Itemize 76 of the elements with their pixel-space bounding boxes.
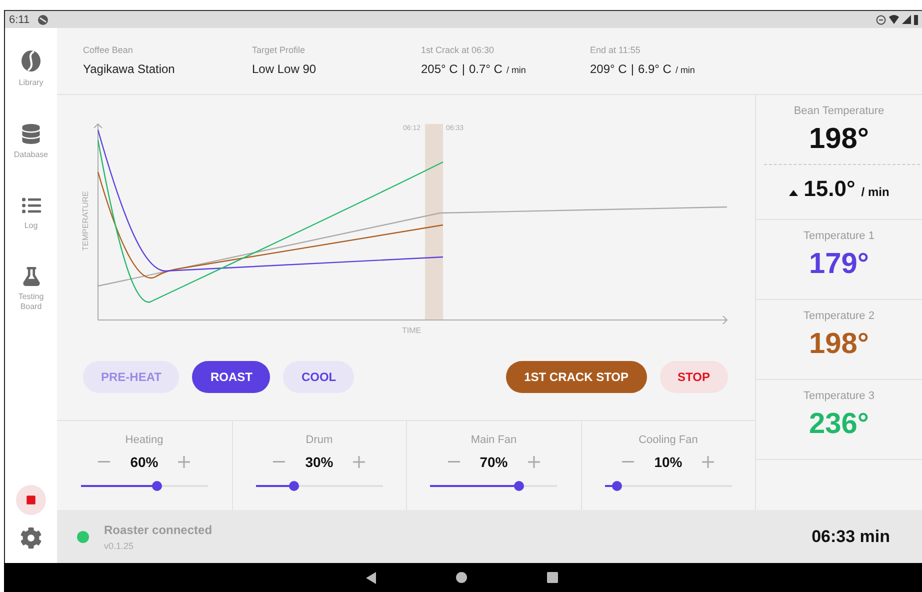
reading-label: Temperature 2 bbox=[804, 310, 874, 322]
stop-button[interactable]: STOP bbox=[660, 360, 728, 392]
status-time: 6:11 bbox=[9, 14, 30, 26]
reading-value: 179° bbox=[809, 248, 869, 281]
reading-value: 236° bbox=[809, 408, 869, 441]
signal-icon bbox=[902, 15, 911, 24]
sidebar-item[interactable]: Database bbox=[9, 124, 53, 160]
back-icon bbox=[366, 572, 376, 584]
minus-icon bbox=[273, 461, 286, 463]
mode-tab[interactable]: ROAST bbox=[192, 360, 270, 392]
field-value: Yagikawa Station bbox=[83, 62, 176, 76]
slider-thumb[interactable] bbox=[514, 481, 524, 491]
minus-icon bbox=[448, 461, 460, 463]
separator: | bbox=[630, 62, 634, 76]
stop-record-button[interactable] bbox=[16, 485, 46, 515]
connection-status: Roaster connected bbox=[104, 522, 212, 536]
control-value: 70% bbox=[478, 454, 509, 470]
temperature-value: 209° C bbox=[590, 62, 627, 76]
rate-unit: / min bbox=[861, 185, 890, 199]
mode-tab[interactable]: COOL bbox=[283, 360, 354, 392]
control-label: Drum bbox=[306, 434, 333, 446]
minus-icon bbox=[98, 461, 110, 463]
sidebar-item[interactable]: Testing Board bbox=[9, 267, 53, 312]
slider-thumb[interactable] bbox=[288, 481, 299, 491]
battery-icon bbox=[914, 14, 918, 24]
reading-label: Temperature 1 bbox=[804, 230, 874, 242]
control-label: Cooling Fan bbox=[638, 434, 698, 446]
rate-value: 0.7° C bbox=[468, 62, 502, 76]
field-value: Low Low 90 bbox=[252, 62, 318, 76]
minus-icon bbox=[622, 461, 634, 463]
temperature-value: 205° C bbox=[421, 62, 458, 76]
elapsed-time: 06:33 min bbox=[812, 526, 890, 546]
reading-value: 198° bbox=[809, 328, 869, 361]
control-label: Heating bbox=[125, 434, 164, 446]
wifi-icon bbox=[889, 15, 899, 24]
control-value: 30% bbox=[304, 454, 334, 470]
first-crack-stop-button[interactable]: 1ST CRACK STOP bbox=[506, 360, 647, 392]
slider-thumb[interactable] bbox=[612, 481, 622, 491]
control-value: 60% bbox=[129, 454, 160, 470]
stop-icon bbox=[26, 495, 36, 505]
sidebar-item[interactable]: Library bbox=[9, 50, 53, 88]
rate-unit: / min bbox=[506, 65, 526, 75]
rate-value: 15.0° bbox=[804, 176, 856, 202]
field-label: 1st Crack at 06:30 bbox=[421, 45, 496, 55]
control-label: Main Fan bbox=[470, 434, 517, 446]
back-button[interactable] bbox=[366, 572, 376, 584]
x-axis-label: TIME bbox=[402, 326, 422, 335]
coffee-bean-icon bbox=[21, 50, 41, 72]
version-label: v0.1.25 bbox=[104, 540, 135, 550]
rate-value: 6.9° C bbox=[638, 62, 672, 76]
rate-unit: / min bbox=[675, 65, 695, 75]
reading-value: 198° bbox=[809, 123, 869, 156]
reading-label: Temperature 3 bbox=[804, 390, 874, 402]
home-button[interactable] bbox=[456, 572, 467, 583]
y-axis-label: TEMPERATURE bbox=[81, 191, 90, 251]
recents-icon bbox=[547, 572, 558, 583]
field-label: Target Profile bbox=[252, 45, 306, 55]
plus-icon bbox=[353, 456, 366, 468]
field-label: End at 11:55 bbox=[590, 45, 642, 55]
settings-icon bbox=[20, 527, 42, 549]
field-label: Coffee Bean bbox=[83, 45, 134, 55]
plus-icon bbox=[702, 456, 714, 468]
control-value: 10% bbox=[653, 454, 684, 470]
plus-icon bbox=[528, 456, 540, 468]
settings-button[interactable] bbox=[20, 527, 42, 549]
plus-icon bbox=[178, 456, 190, 468]
separator: | bbox=[462, 62, 465, 76]
list-icon bbox=[22, 196, 40, 215]
reading-label: Bean Temperature bbox=[794, 105, 884, 117]
do-not-disturb-icon bbox=[876, 14, 886, 24]
flask-icon bbox=[22, 267, 40, 286]
sidebar-item[interactable]: Log bbox=[9, 196, 53, 231]
slider-thumb[interactable] bbox=[152, 481, 162, 491]
up-triangle-icon bbox=[788, 190, 798, 196]
database-icon bbox=[21, 124, 41, 144]
home-icon bbox=[456, 572, 467, 583]
